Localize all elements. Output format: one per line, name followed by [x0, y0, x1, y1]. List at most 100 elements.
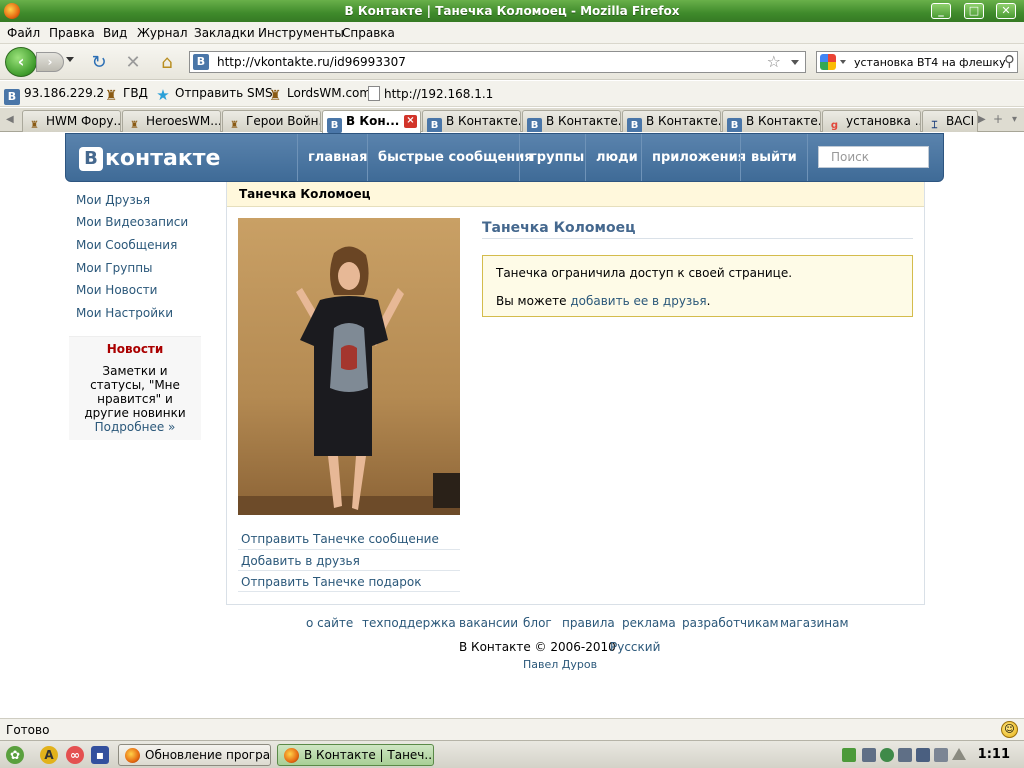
menu-my-news[interactable]: Мои Новости [76, 283, 157, 297]
footer-shops-link[interactable]: магазинам [780, 616, 849, 630]
firefox-icon [284, 748, 299, 763]
bookmark-item[interactable]: ♜ LordsWM.com [267, 86, 371, 104]
minimize-button[interactable]: _ [931, 3, 951, 19]
tab[interactable]: g установка ... [822, 110, 921, 132]
bookmark-star-icon[interactable]: ☆ [767, 52, 781, 71]
taskbar: ✿ A ∞ ▪ Обновление програ... В Контакте … [0, 740, 1024, 768]
footer-jobs-link[interactable]: вакансии [459, 616, 518, 630]
menu-view[interactable]: Вид [103, 26, 127, 40]
vk-favicon-icon: B [427, 118, 442, 132]
window-title: В Контакте | Танечка Коломоец - Mozilla … [344, 4, 680, 18]
taskbar-task-active[interactable]: В Контакте | Танеч... [277, 744, 434, 766]
tray-globe-icon[interactable] [880, 748, 894, 762]
forward-button[interactable]: › [36, 52, 64, 72]
nav-people[interactable]: люди [585, 134, 648, 181]
address-bar[interactable]: B http://vkontakte.ru/id96993307 ☆ [189, 51, 806, 73]
address-url[interactable]: http://vkontakte.ru/id96993307 [217, 55, 406, 69]
nav-home[interactable]: главная [297, 134, 377, 181]
author-link[interactable]: Павел Дуров [523, 658, 597, 671]
menu-history[interactable]: Журнал [137, 26, 188, 40]
tab[interactable]: ⌶ BACI [922, 110, 978, 132]
new-tab-icon[interactable]: + [993, 112, 1003, 126]
vk-search-input[interactable]: Поиск [818, 146, 929, 168]
tray-volume-icon[interactable] [934, 748, 948, 762]
footer-ads-link[interactable]: реклама [622, 616, 676, 630]
tab[interactable]: BВ Контакте... [422, 110, 521, 132]
tab[interactable]: BВ Контакте... [722, 110, 821, 132]
home-icon[interactable]: ⌂ [156, 52, 178, 74]
news-more-link[interactable]: Подробнее » [69, 420, 201, 434]
tray-language-icon[interactable] [842, 748, 856, 762]
close-window-button[interactable]: ✕ [996, 3, 1016, 19]
tab-active[interactable]: BВ Кон... × [322, 110, 421, 133]
menu-bookmarks[interactable]: Закладки [194, 26, 255, 40]
profile-photo[interactable] [238, 218, 460, 515]
hwm-favicon-icon: ♜ [30, 120, 39, 131]
menu-tools[interactable]: Инструменты [258, 26, 344, 40]
engine-dropdown-icon[interactable] [840, 60, 846, 64]
bookmarks-toolbar: B 93.186.229.2 ♜ ГВД ★ Отправить SMS ♜ Lords… [0, 81, 1024, 107]
search-magnifier-icon[interactable]: ⚲ [1004, 52, 1015, 70]
footer-about-link[interactable]: о сайте [306, 616, 353, 630]
footer-rules-link[interactable]: правила [562, 616, 615, 630]
copyright: В Контакте © 2006-2010 [459, 640, 616, 654]
nav-logout[interactable]: выйти [740, 134, 808, 181]
send-message-link[interactable]: Отправить Танечке сообщение [241, 532, 439, 546]
add-friend-link[interactable]: Добавить в друзья [241, 554, 360, 568]
profile-header: Танечка Коломоец [227, 182, 924, 207]
tab[interactable]: ♜Герои Войн... [222, 110, 321, 132]
smiley-addon-icon[interactable]: ☺ [1001, 721, 1018, 738]
notice-add-friend-link[interactable]: добавить ее в друзья [570, 294, 706, 308]
vk-logo[interactable]: Вконтакте [79, 146, 220, 171]
maximize-button[interactable]: □ [964, 3, 984, 19]
vk-favicon-icon: B [527, 118, 542, 132]
news-title: Новости [106, 342, 164, 356]
menu-my-friends[interactable]: Мои Друзья [76, 193, 150, 207]
language-link[interactable]: Русский [610, 640, 660, 654]
nav-quick-messages[interactable]: быстрые сообщения [367, 134, 543, 181]
search-bar[interactable]: установка BT4 на флешку ⚲ [816, 51, 1018, 73]
google-engine-icon[interactable] [820, 54, 836, 70]
tab[interactable]: ♜ HeroesWM... [122, 110, 221, 132]
tab-list-icon[interactable]: ▾ [1012, 114, 1017, 125]
tab-scroll-left-icon[interactable]: ◀ [6, 114, 14, 125]
footer-developers-link[interactable]: разработчикам [682, 616, 779, 630]
tab[interactable]: ♜ HWM Фору... [22, 110, 121, 132]
tab[interactable]: BВ Контакте... [522, 110, 621, 132]
taskbar-task[interactable]: Обновление програ... [118, 744, 271, 766]
footer-blog-link[interactable]: блог [523, 616, 552, 630]
menu-help[interactable]: Справка [342, 26, 395, 40]
back-button[interactable]: ‹ [5, 47, 37, 77]
start-menu-icon[interactable]: ✿ [6, 746, 24, 764]
status-bar: Готово ☺ [0, 718, 1024, 740]
menu-my-messages[interactable]: Мои Сообщения [76, 238, 177, 252]
tray-network-icon[interactable] [862, 748, 876, 762]
quicklaunch-app-icon[interactable]: A [40, 746, 58, 764]
tab-close-icon[interactable]: × [404, 115, 417, 128]
reload-icon[interactable]: ↻ [88, 52, 110, 74]
bookmark-item[interactable]: http://192.168.1.1 [368, 86, 493, 102]
tab[interactable]: BВ Контакте... [622, 110, 721, 132]
bookmark-item[interactable]: B 93.186.229.2 [4, 86, 104, 105]
bookmark-item[interactable]: ★ Отправить SMS [155, 86, 272, 103]
history-dropdown-icon[interactable] [66, 57, 74, 62]
menu-my-settings[interactable]: Мои Настройки [76, 306, 173, 320]
stop-icon[interactable]: ✕ [122, 52, 144, 74]
menu-my-groups[interactable]: Мои Группы [76, 261, 153, 275]
address-dropdown-icon[interactable] [791, 60, 799, 65]
footer-support-link[interactable]: техподдержка [362, 616, 456, 630]
tray-eject-icon[interactable] [952, 748, 966, 760]
nav-apps[interactable]: приложения [641, 134, 756, 181]
search-input[interactable]: установка BT4 на флешку [854, 56, 1006, 69]
quicklaunch-save-icon[interactable]: ▪ [91, 746, 109, 764]
menu-edit[interactable]: Правка [49, 26, 95, 40]
bookmark-item[interactable]: ♜ ГВД [103, 86, 148, 104]
menu-file[interactable]: Файл [7, 26, 40, 40]
tray-monitor-icon[interactable] [916, 748, 930, 762]
menu-my-videos[interactable]: Мои Видеозаписи [76, 215, 188, 229]
send-gift-link[interactable]: Отправить Танечке подарок [241, 575, 422, 589]
tab-scroll-right-icon[interactable]: ▶ [978, 114, 986, 125]
tray-network-icon[interactable] [898, 748, 912, 762]
quicklaunch-media-icon[interactable]: ∞ [66, 746, 84, 764]
nav-groups[interactable]: группы [519, 134, 594, 181]
